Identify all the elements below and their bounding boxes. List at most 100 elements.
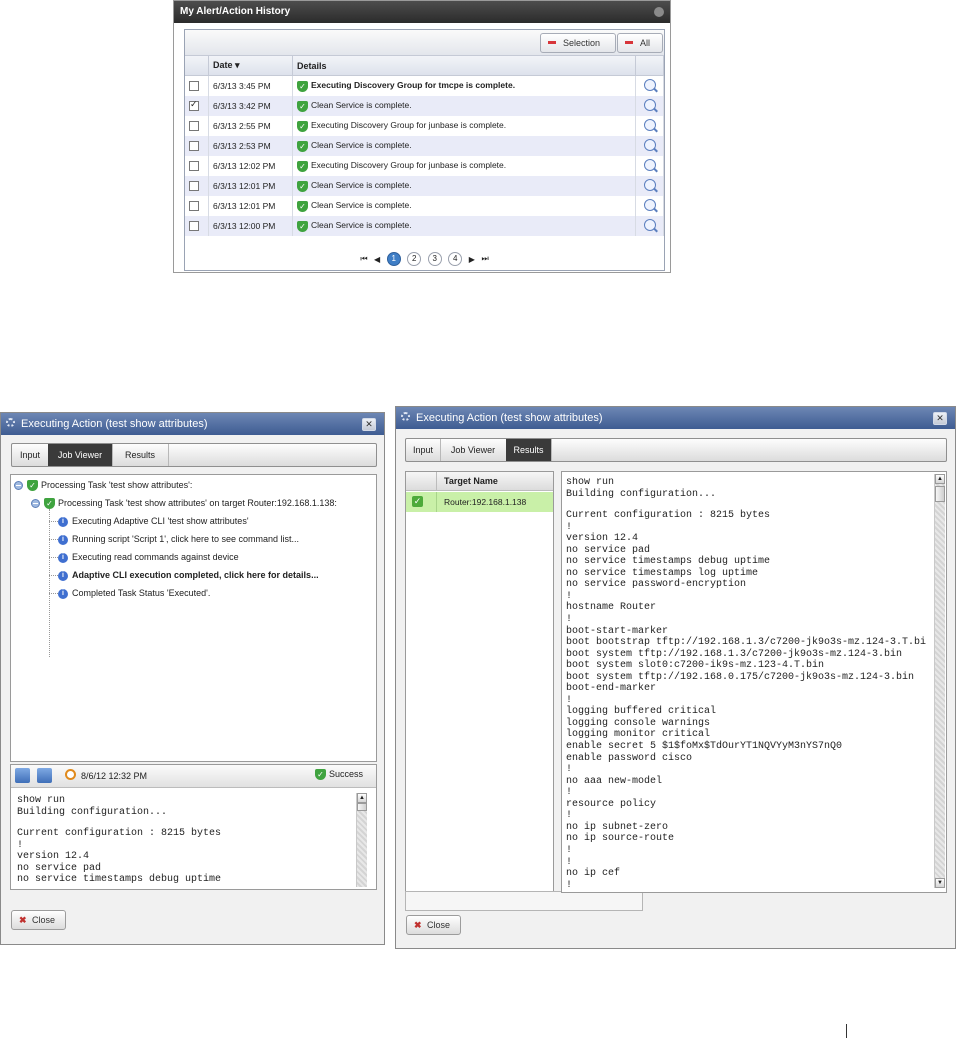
- job-dialog-tabs: Input Job Viewer Results: [11, 443, 377, 467]
- output-line: boot system tftp://192.168.0.175/c7200-j…: [566, 671, 915, 683]
- table-row[interactable]: 6/3/13 12:02 PM ✓ Executing Discovery Grou…: [185, 156, 664, 176]
- table-row[interactable]: 6/3/13 12:01 PM ✓ Clean Service is complet…: [185, 176, 664, 196]
- row-view-cell[interactable]: [635, 156, 664, 176]
- tree-step[interactable]: i Completed Task Status 'Executed'.: [49, 588, 210, 599]
- remove-all-button[interactable]: All: [617, 33, 663, 53]
- tab-job-viewer[interactable]: Job Viewer: [440, 439, 507, 461]
- table-row[interactable]: 6/3/13 12:01 PM ✓ Clean Service is complet…: [185, 196, 664, 216]
- output-line: !: [17, 839, 24, 851]
- tree-step[interactable]: i Running script 'Script 1', click here t…: [49, 534, 299, 545]
- remove-selection-label: Selection: [563, 38, 601, 48]
- close-button[interactable]: ✖ Close: [406, 915, 462, 935]
- row-view-cell[interactable]: [635, 116, 664, 136]
- magnifier-icon[interactable]: [643, 219, 656, 231]
- row-checkbox-cell[interactable]: [185, 116, 209, 136]
- next-page-icon[interactable]: ▶: [469, 255, 475, 264]
- tree-step[interactable]: i Adaptive CLI execution completed, click…: [49, 570, 319, 581]
- view-column-header: [635, 56, 664, 76]
- output-line: Current configuration : 8215 bytes: [566, 510, 771, 522]
- page-3-button[interactable]: 3: [427, 252, 442, 266]
- date-column-header[interactable]: Date ▾: [208, 56, 293, 76]
- row-checkbox[interactable]: [189, 141, 199, 152]
- target-row-selected[interactable]: ✓ Router:192.168.1.138: [406, 492, 553, 512]
- first-page-icon[interactable]: ⏮: [360, 254, 367, 264]
- last-page-icon[interactable]: ⏭: [481, 254, 488, 264]
- scroll-thumb[interactable]: [935, 486, 945, 502]
- page-2-button[interactable]: 2: [407, 252, 422, 266]
- export-icon[interactable]: [37, 768, 52, 783]
- table-row[interactable]: 6/3/13 2:55 PM ✓ Executing Discovery Group…: [185, 116, 664, 136]
- scroll-up-icon[interactable]: ▲: [357, 793, 367, 803]
- row-checkbox-cell[interactable]: [185, 216, 209, 236]
- row-checkbox[interactable]: [189, 201, 199, 212]
- shield-check-icon: ✓: [297, 80, 308, 92]
- row-checkbox[interactable]: [189, 221, 199, 232]
- remove-selection-button[interactable]: Selection: [540, 33, 616, 53]
- close-icon[interactable]: ✕: [362, 418, 376, 431]
- magnifier-icon[interactable]: [643, 159, 656, 171]
- details-column-header[interactable]: Details: [292, 56, 636, 76]
- history-table: Date ▾ Details 6/3/13 3:45 PM ✓ Executing …: [185, 56, 664, 236]
- output-line: !: [566, 879, 573, 890]
- row-checkbox[interactable]: [189, 121, 199, 132]
- tree-task[interactable]: ✓ Processing Task 'test show attributes' …: [31, 498, 337, 510]
- close-icon[interactable]: ✕: [933, 412, 947, 425]
- magnifier-icon[interactable]: [643, 199, 656, 211]
- horizontal-scrollbar[interactable]: [405, 891, 643, 911]
- output-scrollbar[interactable]: ▲: [356, 793, 367, 887]
- magnifier-icon[interactable]: [643, 79, 656, 91]
- close-button[interactable]: ✖ Close: [11, 910, 67, 930]
- row-checkbox-cell[interactable]: [185, 136, 209, 156]
- row-view-cell[interactable]: [635, 216, 664, 236]
- collapse-icon[interactable]: [31, 499, 40, 509]
- info-icon: i: [58, 534, 68, 545]
- scroll-thumb[interactable]: [357, 803, 367, 811]
- row-checkbox[interactable]: [189, 161, 199, 172]
- tab-job-viewer[interactable]: Job Viewer: [48, 444, 113, 466]
- shield-check-icon: ✓: [44, 498, 55, 510]
- row-view-cell[interactable]: [635, 196, 664, 216]
- table-row[interactable]: 6/3/13 2:53 PM ✓ Clean Service is complete…: [185, 136, 664, 156]
- row-checkbox[interactable]: [189, 81, 199, 92]
- page-4-button[interactable]: 4: [448, 252, 463, 266]
- collapse-icon[interactable]: [654, 7, 664, 17]
- row-view-cell[interactable]: [635, 96, 664, 116]
- tab-results[interactable]: Results: [112, 444, 169, 466]
- x-icon: ✖: [414, 920, 422, 930]
- table-row[interactable]: 6/3/13 12:00 PM ✓ Clean Service is complet…: [185, 216, 664, 236]
- row-checkbox-cell[interactable]: [185, 96, 209, 116]
- tab-input[interactable]: Input: [406, 439, 441, 461]
- prev-page-icon[interactable]: ◀: [374, 255, 380, 264]
- tree-step[interactable]: i Executing read commands against device: [49, 552, 239, 563]
- info-icon: i: [58, 552, 68, 563]
- row-checkbox-cell[interactable]: [185, 75, 209, 96]
- magnifier-icon[interactable]: [643, 99, 656, 111]
- copy-icon[interactable]: [15, 768, 30, 783]
- row-checkbox[interactable]: [189, 99, 199, 112]
- magnifier-icon[interactable]: [643, 179, 656, 191]
- scroll-down-icon[interactable]: ▼: [935, 878, 945, 888]
- row-view-cell[interactable]: [635, 75, 664, 96]
- tree-step[interactable]: i Executing Adaptive CLI 'test show attri…: [49, 516, 249, 527]
- tab-results[interactable]: Results: [506, 439, 552, 461]
- tab-input[interactable]: Input: [12, 444, 49, 466]
- row-view-cell[interactable]: [635, 176, 664, 196]
- results-scrollbar[interactable]: ▲ ▼: [934, 474, 945, 888]
- tree-root[interactable]: ✓ Processing Task 'test show attributes':: [14, 480, 192, 492]
- page-1-button[interactable]: 1: [386, 252, 401, 266]
- scroll-up-icon[interactable]: ▲: [935, 474, 945, 484]
- tree-connector: [49, 509, 51, 657]
- table-row[interactable]: 6/3/13 3:42 PM✓Clean Service is complete…: [185, 96, 664, 116]
- row-detail-cell: ✓ Clean Service is complete.: [292, 176, 636, 196]
- magnifier-icon[interactable]: [643, 119, 656, 131]
- magnifier-icon[interactable]: [643, 139, 656, 151]
- row-checkbox[interactable]: [189, 181, 199, 192]
- row-view-cell[interactable]: [635, 136, 664, 156]
- row-checkbox-cell[interactable]: [185, 156, 209, 176]
- job-dialog-titlebar: Executing Action (test show attributes) …: [1, 413, 384, 435]
- row-checkbox-cell[interactable]: [185, 176, 209, 196]
- collapse-icon[interactable]: [14, 481, 23, 491]
- job-output-text: show run Building configuration... Current…: [17, 795, 352, 887]
- table-row[interactable]: 6/3/13 3:45 PM ✓ Executing Discovery Group…: [185, 75, 664, 96]
- row-checkbox-cell[interactable]: [185, 196, 209, 216]
